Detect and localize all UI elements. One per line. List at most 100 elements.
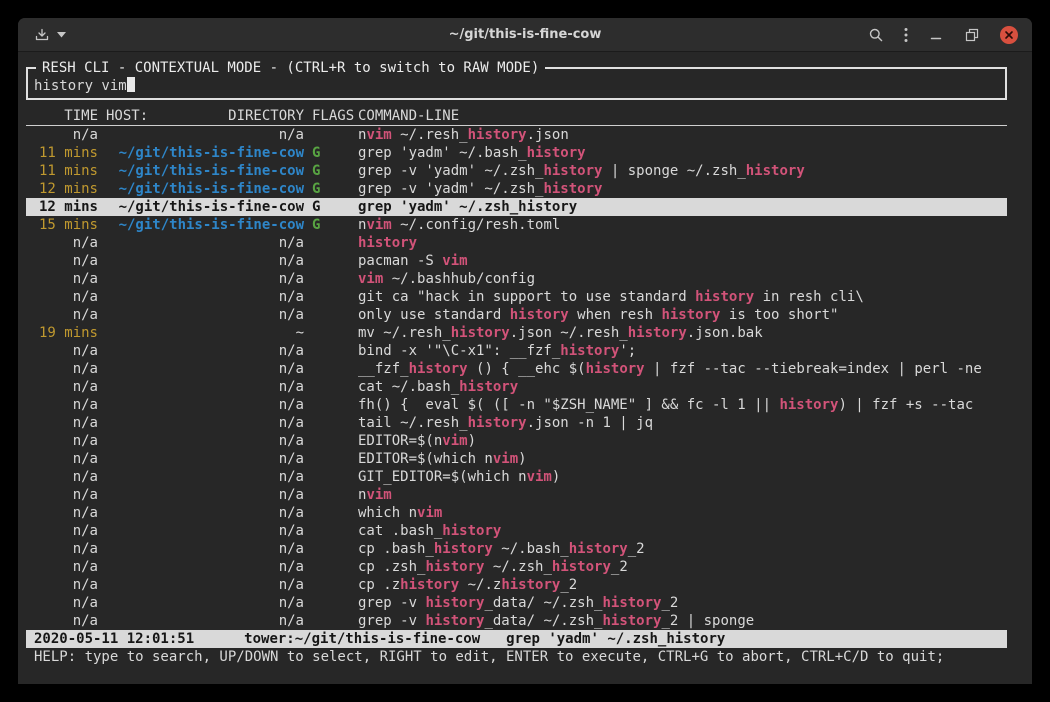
command-text: which n bbox=[358, 505, 417, 521]
new-terminal-icon bbox=[34, 27, 50, 43]
command-text: git ca "hack in support to use standard bbox=[358, 289, 695, 305]
command-text: '; bbox=[619, 343, 636, 359]
row-host-directory: n/a bbox=[106, 270, 304, 288]
history-row[interactable]: n/an/afh() { eval $( ([ -n "$ZSH_NAME" ]… bbox=[26, 396, 1007, 414]
row-host-directory: n/a bbox=[106, 468, 304, 486]
row-host-directory: n/a bbox=[106, 540, 304, 558]
command-text: cat .bash_ bbox=[358, 523, 442, 539]
history-row[interactable]: n/an/aEDITOR=$(which nvim) bbox=[26, 450, 1007, 468]
row-command: EDITOR=$(nvim) bbox=[358, 432, 1007, 450]
row-host-directory: n/a bbox=[106, 360, 304, 378]
row-flags bbox=[312, 558, 356, 576]
row-flags bbox=[312, 450, 356, 468]
command-match-text: history bbox=[746, 163, 805, 179]
row-command: cat .bash_history bbox=[358, 522, 1007, 540]
row-command: cp .bash_history ~/.bash_history_2 bbox=[358, 540, 1007, 558]
row-time: 11 mins bbox=[34, 144, 98, 162]
history-row[interactable]: n/an/acp .zhistory ~/.zhistory_2 bbox=[26, 576, 1007, 594]
command-match-text: vim bbox=[366, 217, 391, 233]
history-row[interactable]: n/an/abind -x '"\C-x1": __fzf_history'; bbox=[26, 342, 1007, 360]
command-text: tail ~/.resh_ bbox=[358, 415, 468, 431]
search-input[interactable]: history vim bbox=[34, 77, 999, 95]
command-text: grep -v 'yadm' ~/.zsh_ bbox=[358, 181, 543, 197]
row-host-directory: n/a bbox=[106, 234, 304, 252]
command-match-text: history bbox=[560, 343, 619, 359]
row-command: nvim bbox=[358, 486, 1007, 504]
row-time: n/a bbox=[34, 306, 98, 324]
history-row[interactable]: n/an/avim ~/.bashhub/config bbox=[26, 270, 1007, 288]
new-terminal-button[interactable] bbox=[34, 27, 66, 43]
history-row[interactable]: n/an/anvim bbox=[26, 486, 1007, 504]
row-host-directory: n/a bbox=[106, 522, 304, 540]
row-flags: G bbox=[312, 162, 356, 180]
history-row[interactable]: n/an/aonly use standard history when res… bbox=[26, 306, 1007, 324]
history-row[interactable]: 11 mins~/git/this-is-fine-cowGgrep -v 'y… bbox=[26, 162, 1007, 180]
command-text: _data/ ~/.zsh_ bbox=[484, 613, 602, 629]
command-match-text: vim bbox=[366, 127, 391, 143]
row-time: n/a bbox=[34, 522, 98, 540]
history-row[interactable]: n/an/acp .bash_history ~/.bash_history_2 bbox=[26, 540, 1007, 558]
history-row[interactable]: n/an/a__fzf_history () { __ehc $(history… bbox=[26, 360, 1007, 378]
history-row[interactable]: n/an/agit ca "hack in support to use sta… bbox=[26, 288, 1007, 306]
history-row[interactable]: 19 mins~mv ~/.resh_history.json ~/.resh_… bbox=[26, 324, 1007, 342]
command-text: ~/.resh_ bbox=[392, 127, 468, 143]
row-host-directory: n/a bbox=[106, 576, 304, 594]
command-text: EDITOR=$(which n bbox=[358, 451, 493, 467]
row-host-directory: n/a bbox=[106, 414, 304, 432]
table-header: TIME HOST:DIRECTORY FLAGS COMMAND-LINE bbox=[26, 107, 1007, 126]
header-directory: DIRECTORY bbox=[228, 107, 304, 125]
row-host-directory: ~ bbox=[106, 324, 304, 342]
command-match-text: history bbox=[468, 127, 527, 143]
row-time: n/a bbox=[34, 414, 98, 432]
window-title: ~/git/this-is-fine-cow bbox=[198, 27, 852, 42]
row-flags bbox=[312, 378, 356, 396]
command-match-text: history bbox=[543, 181, 602, 197]
history-row[interactable]: n/an/acat ~/.bash_history bbox=[26, 378, 1007, 396]
command-match-text: history bbox=[425, 595, 484, 611]
history-row[interactable]: n/an/ahistory bbox=[26, 234, 1007, 252]
history-row[interactable]: n/an/aGIT_EDITOR=$(which nvim) bbox=[26, 468, 1007, 486]
command-text: ~/.bashhub/config bbox=[383, 271, 535, 287]
resh-search-box: RESH CLI - CONTEXTUAL MODE - (CTRL+R to … bbox=[26, 59, 1007, 100]
search-button[interactable] bbox=[868, 27, 884, 43]
history-row[interactable]: n/an/anvim ~/.resh_history.json bbox=[26, 126, 1007, 144]
command-match-text: history bbox=[602, 613, 661, 629]
command-match-text: history bbox=[442, 523, 501, 539]
header-host: HOST: bbox=[106, 107, 148, 125]
row-time: n/a bbox=[34, 288, 98, 306]
restore-button[interactable] bbox=[964, 27, 980, 43]
command-text: ~/.zsh_ bbox=[484, 559, 551, 575]
command-match-text: history bbox=[400, 577, 459, 593]
terminal-screen[interactable]: RESH CLI - CONTEXTUAL MODE - (CTRL+R to … bbox=[18, 53, 1032, 684]
row-host-directory: n/a bbox=[106, 378, 304, 396]
minimize-button[interactable] bbox=[928, 27, 944, 43]
row-host-directory: n/a bbox=[106, 504, 304, 522]
command-match-text: vim bbox=[527, 469, 552, 485]
titlebar[interactable]: ~/git/this-is-fine-cow bbox=[18, 18, 1032, 52]
close-button[interactable] bbox=[1000, 26, 1018, 44]
row-time: n/a bbox=[34, 234, 98, 252]
row-flags bbox=[312, 126, 356, 144]
history-row[interactable]: 15 mins~/git/this-is-fine-cowGnvim ~/.co… bbox=[26, 216, 1007, 234]
history-row[interactable]: 12 mins~/git/this-is-fine-cowGgrep 'yadm… bbox=[26, 198, 1007, 216]
restore-window-icon bbox=[964, 27, 980, 43]
command-text: grep -v 'yadm' ~/.zsh_ bbox=[358, 163, 543, 179]
row-command: fh() { eval $( ([ -n "$ZSH_NAME" ] && fc… bbox=[358, 396, 1007, 414]
history-row[interactable]: n/an/atail ~/.resh_history.json -n 1 | j… bbox=[26, 414, 1007, 432]
command-text: __fzf_ bbox=[358, 361, 409, 377]
history-row[interactable]: n/a n/a cat .bash_history bbox=[26, 522, 1007, 540]
command-match-text: history bbox=[510, 307, 569, 323]
history-row[interactable]: n/an/aEDITOR=$(nvim) bbox=[26, 432, 1007, 450]
history-row[interactable]: n/an/apacman -S vim bbox=[26, 252, 1007, 270]
history-row[interactable]: n/an/agrep -v history_data/ ~/.zsh_histo… bbox=[26, 594, 1007, 612]
status-command: grep 'yadm' ~/.zsh_history bbox=[506, 630, 725, 648]
history-row[interactable]: 11 mins~/git/this-is-fine-cowGgrep 'yadm… bbox=[26, 144, 1007, 162]
history-row[interactable]: n/an/agrep -v history_data/ ~/.zsh_histo… bbox=[26, 612, 1007, 630]
command-text: mv ~/.resh_ bbox=[358, 325, 451, 341]
history-row[interactable]: n/an/awhich nvim bbox=[26, 504, 1007, 522]
history-row[interactable]: n/an/acp .zsh_history ~/.zsh_history_2 bbox=[26, 558, 1007, 576]
row-time: n/a bbox=[34, 504, 98, 522]
menu-button[interactable] bbox=[904, 27, 908, 43]
history-row[interactable]: 12 mins~/git/this-is-fine-cowGgrep -v 'y… bbox=[26, 180, 1007, 198]
command-match-text: vim bbox=[493, 451, 518, 467]
